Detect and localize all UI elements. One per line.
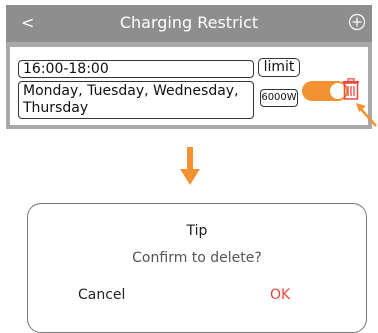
header-bar: < Charging Restrict: [6, 5, 372, 42]
plus-circle-icon[interactable]: [348, 13, 366, 31]
days-field[interactable]: Monday, Tuesday, Wednesday, Thursday: [18, 81, 254, 119]
dialog-title: Tip: [186, 223, 208, 239]
time-range-field[interactable]: 16:00-18:00: [18, 60, 254, 78]
trash-icon[interactable]: [342, 78, 360, 100]
cancel-button[interactable]: Cancel: [78, 287, 125, 303]
confirm-dialog: Tip Confirm to delete? Cancel OK: [27, 203, 367, 333]
power-field[interactable]: 6000W: [260, 89, 298, 107]
rule-row: 16:00-18:00 limit Monday, Tuesday, Wedne…: [10, 47, 368, 125]
dialog-message: Confirm to delete?: [132, 250, 262, 266]
arrow-pointer-icon: [356, 103, 377, 127]
ok-button[interactable]: OK: [270, 287, 290, 303]
page-title: Charging Restrict: [119, 13, 259, 32]
mode-field[interactable]: limit: [258, 58, 300, 77]
down-arrow-icon: [180, 147, 200, 185]
